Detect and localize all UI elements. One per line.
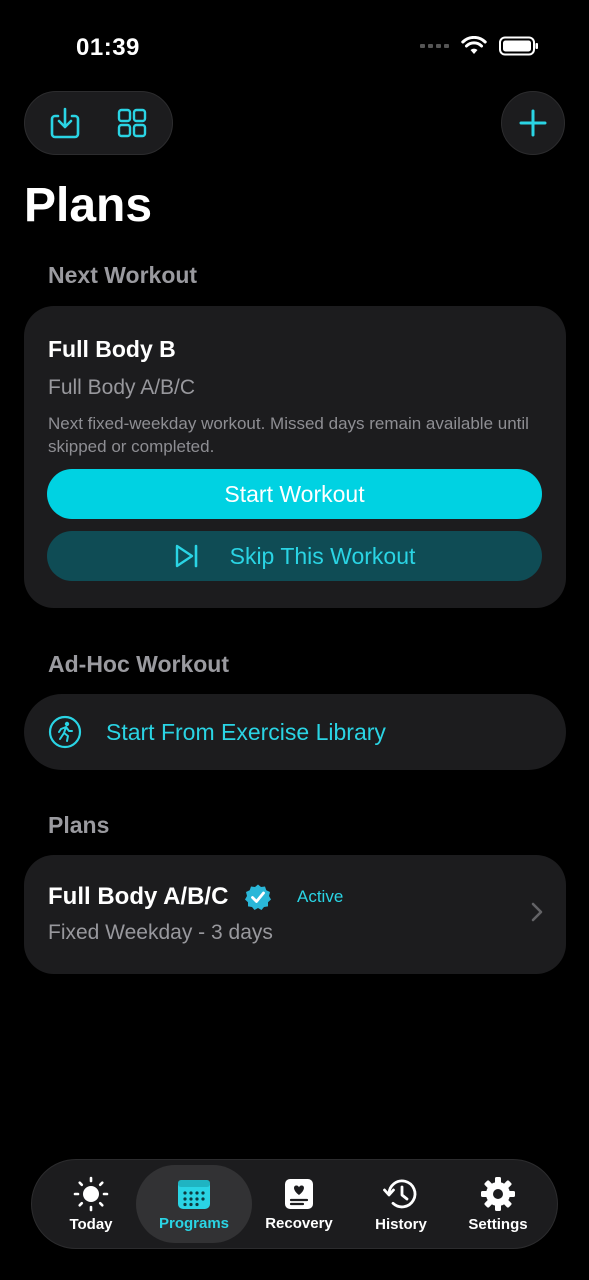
tab-bar: Today Programs Recovery History Settings (31, 1159, 558, 1249)
tab-programs[interactable]: Programs (136, 1165, 252, 1243)
tab-history[interactable]: History (356, 1160, 446, 1248)
skip-workout-label: Skip This Workout (229, 542, 416, 569)
add-plan-button[interactable] (501, 91, 565, 155)
wifi-icon (461, 36, 487, 54)
sun-icon (73, 1176, 109, 1211)
verified-badge-icon (244, 883, 272, 911)
tab-settings-label: Settings (468, 1215, 528, 1233)
cellular-icon (420, 44, 449, 48)
tab-settings[interactable]: Settings (453, 1160, 543, 1248)
next-workout-description: Next fixed-weekday workout. Missed days … (48, 414, 529, 456)
recovery-icon (285, 1178, 313, 1209)
plan-item[interactable]: Full Body A/B/C Active Fixed Weekday - 3… (24, 855, 566, 974)
battery-icon (499, 36, 538, 56)
history-icon (383, 1179, 417, 1208)
active-badge: Active (297, 887, 344, 906)
plans-screen: 01:39 Plans Next Workout Full Body B Ful… (0, 0, 589, 1280)
start-workout-button[interactable]: Start Workout (47, 469, 542, 519)
adhoc-section-label: Ad-Hoc Workout (48, 651, 230, 677)
plan-schedule: Fixed Weekday - 3 days (48, 921, 273, 944)
import-button[interactable] (43, 101, 87, 145)
tab-programs-label: Programs (158, 1214, 230, 1232)
page-title: Plans (24, 179, 153, 232)
tab-today-label: Today (69, 1215, 113, 1233)
layout-button[interactable] (110, 101, 154, 145)
download-icon (50, 107, 80, 139)
next-workout-title: Full Body B (48, 336, 176, 362)
top-actions-group (24, 91, 173, 155)
plus-icon (519, 109, 547, 137)
status-icons (420, 36, 539, 56)
chevron-right-icon (531, 902, 543, 922)
running-figure-icon (48, 715, 82, 749)
plan-name: Full Body A/B/C (48, 883, 229, 910)
skip-workout-button[interactable]: Skip This Workout (47, 531, 542, 581)
start-workout-label: Start Workout (224, 480, 365, 507)
status-time: 01:39 (76, 34, 140, 61)
next-workout-program: Full Body A/B/C (48, 376, 196, 399)
start-from-library-label: Start From Exercise Library (106, 718, 386, 745)
tab-recovery[interactable]: Recovery (254, 1160, 344, 1248)
gear-icon (481, 1176, 515, 1211)
plan-name-row: Full Body A/B/C (48, 883, 272, 911)
grid-icon (118, 108, 147, 138)
calendar-icon (178, 1179, 210, 1209)
next-workout-card: Full Body B Full Body A/B/C Next fixed-w… (24, 306, 566, 608)
skip-forward-icon (175, 544, 197, 568)
start-from-library-button[interactable]: Start From Exercise Library (24, 694, 566, 770)
tab-today[interactable]: Today (46, 1160, 136, 1248)
tab-recovery-label: Recovery (265, 1214, 333, 1232)
next-workout-section-label: Next Workout (48, 262, 198, 288)
tab-history-label: History (375, 1215, 427, 1233)
plans-section-label: Plans (48, 812, 110, 838)
